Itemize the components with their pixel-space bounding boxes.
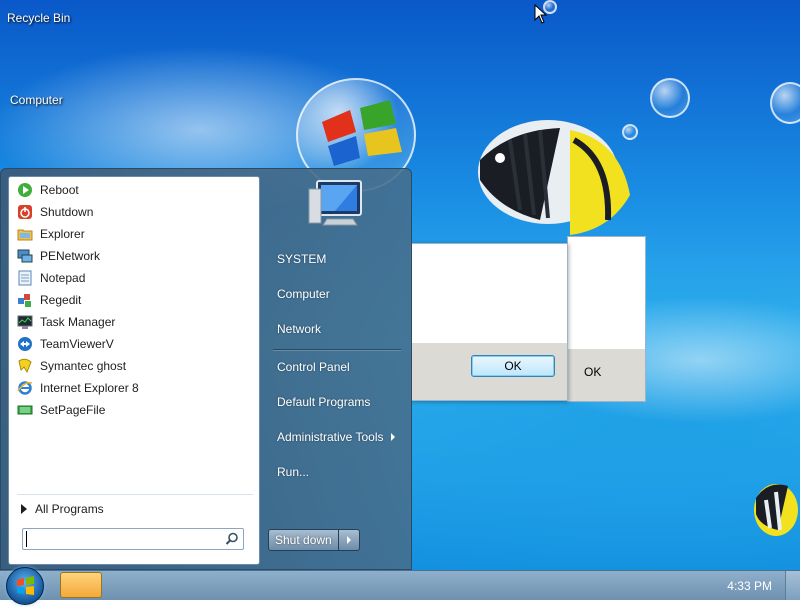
program-item-reboot[interactable]: Reboot xyxy=(13,179,257,201)
explorer-folder-icon xyxy=(17,226,33,242)
all-programs-label: All Programs xyxy=(35,502,104,516)
start-button[interactable] xyxy=(6,567,44,605)
program-item-task-manager[interactable]: Task Manager xyxy=(13,311,257,333)
small-bubble xyxy=(650,78,690,118)
desktop-icon-recycle-bin[interactable]: Recycle Bin xyxy=(7,11,70,25)
program-label: Reboot xyxy=(40,183,79,197)
program-item-internet-explorer[interactable]: Internet Explorer 8 xyxy=(13,377,257,399)
program-label: SetPageFile xyxy=(40,403,106,417)
shut-down-button[interactable]: Shut down xyxy=(269,530,339,550)
submenu-arrow-icon xyxy=(390,433,395,441)
program-item-notepad[interactable]: Notepad xyxy=(13,267,257,289)
notepad-icon xyxy=(17,270,33,286)
mouse-cursor-icon xyxy=(534,4,548,24)
places-item-control-panel[interactable]: Control Panel xyxy=(277,360,350,374)
teamviewer-icon xyxy=(17,336,33,352)
program-label: PENetwork xyxy=(40,249,101,263)
reboot-icon xyxy=(17,182,33,198)
program-label: Explorer xyxy=(40,227,85,241)
angelfish-graphic xyxy=(478,120,630,235)
program-label: Symantec ghost xyxy=(40,359,127,373)
start-menu: Reboot Shutdown Explorer PENetwork Notep… xyxy=(0,168,412,570)
taskbar: 4:33 PM xyxy=(0,567,800,605)
shutdown-icon xyxy=(17,204,33,220)
program-label: Internet Explorer 8 xyxy=(40,381,139,395)
start-search-box[interactable] xyxy=(22,528,244,550)
small-fish-graphic xyxy=(754,484,798,536)
program-item-regedit[interactable]: Regedit xyxy=(13,289,257,311)
ghost-icon xyxy=(17,358,33,374)
program-item-symantec-ghost[interactable]: Symantec ghost xyxy=(13,355,257,377)
search-icon[interactable] xyxy=(225,532,239,546)
small-bubble xyxy=(770,82,800,124)
program-label: Shutdown xyxy=(40,205,94,219)
dialog-footer: OK xyxy=(568,349,645,401)
regedit-icon xyxy=(17,292,33,308)
internet-explorer-icon xyxy=(17,380,33,396)
divider xyxy=(17,494,253,495)
program-item-teamviewer[interactable]: TeamViewerV xyxy=(13,333,257,355)
shutdown-button-group: Shut down xyxy=(268,529,360,551)
places-item-run[interactable]: Run... xyxy=(277,465,309,479)
message-dialog: OK xyxy=(410,243,568,401)
administrative-tools-label: Administrative Tools xyxy=(277,430,384,444)
places-item-network[interactable]: Network xyxy=(277,322,321,336)
program-item-explorer[interactable]: Explorer xyxy=(13,223,257,245)
dialog-footer: OK xyxy=(411,343,567,400)
places-item-system[interactable]: SYSTEM xyxy=(277,252,326,266)
program-label: Regedit xyxy=(40,293,82,307)
start-menu-places-pane: SYSTEM Computer Network Control Panel De… xyxy=(263,169,411,569)
divider xyxy=(273,349,401,351)
show-desktop-button[interactable] xyxy=(785,571,800,600)
background-dialog: OK xyxy=(567,236,646,402)
program-label: TeamViewerV xyxy=(40,337,114,351)
places-item-default-programs[interactable]: Default Programs xyxy=(277,395,370,409)
task-manager-icon xyxy=(17,314,33,330)
desktop-icon-computer[interactable]: Computer xyxy=(10,93,63,107)
program-label: Task Manager xyxy=(40,315,116,329)
windows-logo-icon xyxy=(17,576,34,595)
search-input[interactable] xyxy=(26,531,217,547)
arrow-right-icon xyxy=(346,536,351,544)
shutdown-options-button[interactable] xyxy=(339,530,359,550)
ok-button[interactable]: OK xyxy=(471,355,555,377)
setpagefile-icon xyxy=(17,402,33,418)
all-programs-button[interactable]: All Programs xyxy=(17,499,104,519)
taskbar-explorer-button[interactable] xyxy=(60,572,102,598)
background-ok-button[interactable]: OK xyxy=(584,365,601,379)
program-item-shutdown[interactable]: Shutdown xyxy=(13,201,257,223)
places-item-computer[interactable]: Computer xyxy=(277,287,330,301)
pinned-program-list: Reboot Shutdown Explorer PENetwork Notep… xyxy=(13,179,257,421)
start-menu-programs-pane: Reboot Shutdown Explorer PENetwork Notep… xyxy=(8,176,260,565)
arrow-right-icon xyxy=(21,504,27,514)
taskbar-clock[interactable]: 4:33 PM xyxy=(727,579,772,593)
user-picture-monitor-icon xyxy=(308,180,362,226)
program-label: Notepad xyxy=(40,271,86,285)
program-item-penetwork[interactable]: PENetwork xyxy=(13,245,257,267)
places-item-administrative-tools[interactable]: Administrative Tools xyxy=(277,430,395,444)
network-icon xyxy=(17,248,33,264)
program-item-setpagefile[interactable]: SetPageFile xyxy=(13,399,257,421)
